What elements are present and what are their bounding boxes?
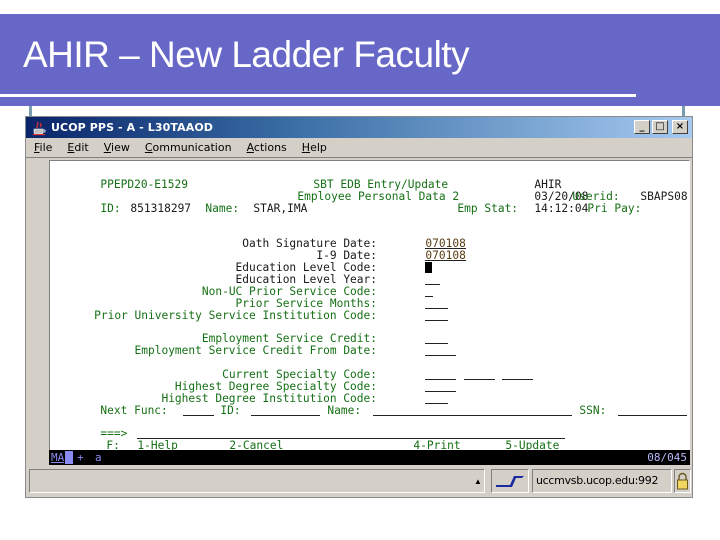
userid-value: SBAPS08 (640, 190, 688, 203)
slide-header-band-edge (693, 14, 720, 106)
current-specialty-code-field-3[interactable] (502, 369, 534, 380)
screen-id: PPEPD20-E1529 (100, 178, 188, 191)
menu-file[interactable]: File (26, 141, 59, 154)
menu-edit[interactable]: Edit (59, 141, 95, 154)
maximize-button[interactable]: □ (652, 120, 668, 134)
employment-service-credit-from-date-label: Employment Service Credit From Date: (134, 344, 377, 357)
menu-help[interactable]: Help (294, 141, 334, 154)
slide-title: AHIR – New Ladder Faculty (23, 34, 470, 75)
window-titlebar[interactable]: UCOP PPS - A - L30TAAOD _ □ × (26, 117, 692, 138)
pri-pay-label: Pri Pay: (587, 202, 642, 215)
connection-status-panel (491, 469, 529, 493)
emp-stat-label: Emp Stat: (457, 202, 519, 215)
oia-cursor-indicator (65, 451, 73, 464)
minimize-button[interactable]: _ (634, 120, 650, 134)
window-title: UCOP PPS - A - L30TAAOD (51, 121, 214, 134)
slide-decor-tick (29, 106, 32, 116)
menu-view[interactable]: View (96, 141, 137, 154)
minimize-icon: _ (639, 121, 645, 132)
oia-plus: + (77, 451, 84, 464)
oia-cursor-position: 08/045 (647, 451, 687, 464)
host-address: uccmvsb.ucop.edu:992 (532, 469, 672, 493)
menubar: File Edit View Communication Actions Hel… (26, 138, 692, 158)
window-controls: _ □ × (634, 120, 688, 134)
close-icon: × (675, 121, 685, 132)
terminal-screen[interactable]: PPEPD20-E1529 SBT EDB Entry/Update AHIR … (49, 160, 690, 462)
maximize-icon: □ (655, 121, 665, 132)
prior-univ-service-inst-code-field[interactable] (425, 310, 449, 321)
status-message-panel (29, 469, 485, 493)
oia-indicator: a (95, 451, 102, 464)
secure-lock-panel (674, 469, 691, 493)
employment-service-credit-from-date-field[interactable] (425, 345, 457, 356)
connection-lightning-icon (496, 476, 524, 487)
lock-icon (677, 472, 688, 490)
ssn-field[interactable] (618, 405, 688, 416)
operator-info-area: MA + a 08/045 (49, 450, 690, 465)
name-value: STAR,IMA (253, 202, 308, 215)
slide-decor-tick (682, 106, 685, 116)
terminal-app-window: UCOP PPS - A - L30TAAOD _ □ × File Edit … (25, 116, 693, 498)
java-coffee-icon (31, 120, 47, 136)
menu-actions[interactable]: Actions (239, 141, 294, 154)
statusbar: ▲ uccmvsb.ucop.edu:992 (29, 469, 691, 493)
menu-communication[interactable]: Communication (137, 141, 239, 154)
oia-mode: MA (51, 451, 65, 464)
slide-title-underline (0, 94, 636, 97)
close-button[interactable]: × (672, 120, 688, 134)
triangle-up-icon[interactable]: ▲ (474, 477, 482, 486)
